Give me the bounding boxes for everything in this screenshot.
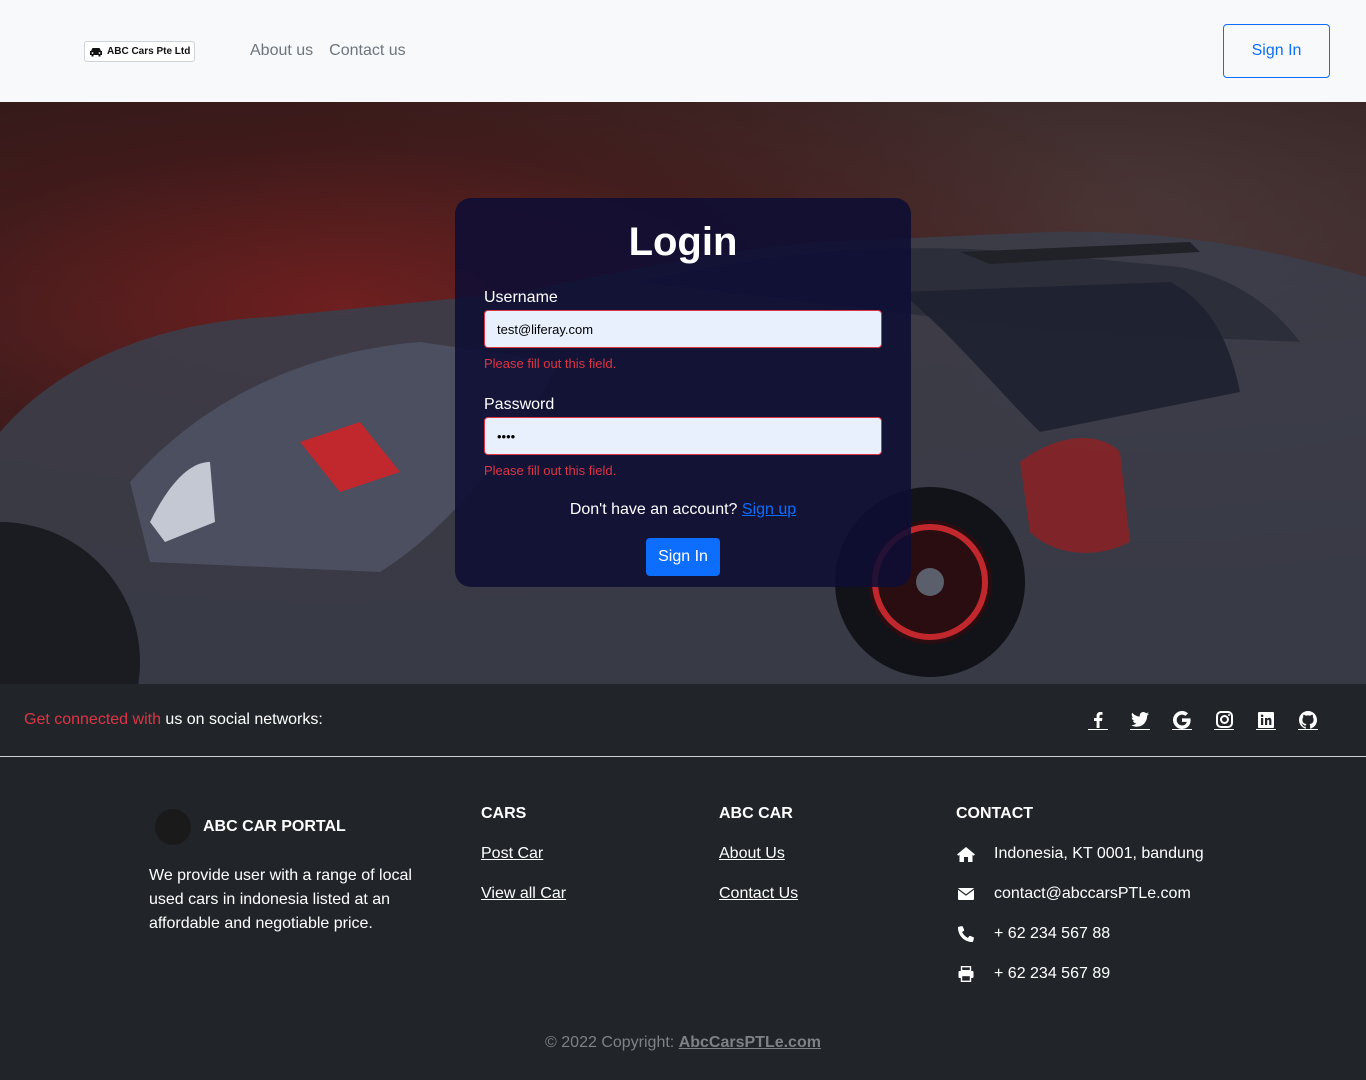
social-text: Get connected with us on social networks… <box>24 711 323 729</box>
envelope-icon <box>956 885 976 903</box>
about-us-link[interactable]: About Us <box>719 845 798 863</box>
phone-icon <box>956 925 976 943</box>
car-icon <box>90 47 102 56</box>
instagram-icon[interactable] <box>1214 710 1234 730</box>
portal-title: ABC CAR PORTAL <box>203 818 346 835</box>
facebook-icon[interactable] <box>1088 710 1108 730</box>
footer-about-column: ABC CAR PORTAL We provide user with a ra… <box>149 809 419 936</box>
contact-phone-text: + 62 234 567 88 <box>994 925 1111 942</box>
github-icon[interactable] <box>1298 710 1318 730</box>
signup-link[interactable]: Sign up <box>742 501 796 518</box>
print-icon <box>956 965 976 983</box>
contact-email: contact@abccarsPTLe.com <box>956 885 1204 903</box>
portal-logo <box>155 809 191 845</box>
contact-address-text: Indonesia, KT 0001, bandung <box>994 845 1204 862</box>
view-all-car-link[interactable]: View all Car <box>481 885 566 903</box>
contact-fax: + 62 234 567 89 <box>956 965 1204 983</box>
footer: ABC CAR PORTAL We provide user with a ra… <box>0 757 1366 1080</box>
nav-contact-us[interactable]: Contact us <box>329 42 405 60</box>
footer-abc-column: ABC CAR About Us Contact Us <box>719 805 798 903</box>
contact-phone: + 62 234 567 88 <box>956 925 1204 943</box>
social-icons <box>1088 710 1318 730</box>
contact-us-link[interactable]: Contact Us <box>719 885 798 903</box>
password-error: Please fill out this field. <box>484 463 617 478</box>
signup-prompt: Don't have an account? <box>569 501 738 518</box>
post-car-link[interactable]: Post Car <box>481 845 566 863</box>
cars-title: CARS <box>481 805 527 822</box>
footer-contact-column: CONTACT Indonesia, KT 0001, bandung cont… <box>956 805 1204 983</box>
twitter-icon[interactable] <box>1130 710 1150 730</box>
home-icon <box>956 845 976 863</box>
contact-email-text: contact@abccarsPTLe.com <box>994 885 1191 902</box>
copyright-prefix: © 2022 Copyright: <box>545 1034 679 1051</box>
password-label: Password <box>484 396 555 413</box>
username-input[interactable] <box>484 310 882 348</box>
navbar: ABC Cars Pte Ltd About us Contact us Sig… <box>0 0 1366 102</box>
linkedin-icon[interactable] <box>1256 710 1276 730</box>
brand-text: ABC Cars Pte Ltd <box>107 46 191 57</box>
password-input[interactable] <box>484 417 882 455</box>
abc-car-title: ABC CAR <box>719 805 793 822</box>
footer-cars-column: CARS Post Car View all Car <box>481 805 566 903</box>
social-bar: Get connected with us on social networks… <box>0 684 1366 757</box>
contact-fax-text: + 62 234 567 89 <box>994 965 1111 982</box>
username-label: Username <box>484 289 558 306</box>
username-error: Please fill out this field. <box>484 356 617 371</box>
copyright: © 2022 Copyright: AbcCarsPTLe.com <box>0 1034 1366 1052</box>
social-text-rest: us on social networks: <box>160 711 323 728</box>
signup-prompt-line: Don't have an account? Sign up <box>484 500 882 520</box>
contact-title: CONTACT <box>956 805 1034 822</box>
google-icon[interactable] <box>1172 710 1192 730</box>
hero-section: Login Username Please fill out this fiel… <box>0 102 1366 684</box>
contact-address: Indonesia, KT 0001, bandung <box>956 845 1204 863</box>
social-text-highlight: Get connected with <box>24 711 161 728</box>
portal-description: We provide user with a range of local us… <box>149 867 412 932</box>
header-sign-in-button[interactable]: Sign In <box>1223 24 1330 78</box>
brand-logo[interactable]: ABC Cars Pte Ltd <box>84 41 196 62</box>
login-title: Login <box>628 220 738 264</box>
portal-heading: ABC CAR PORTAL <box>155 809 419 845</box>
nav-about-us[interactable]: About us <box>250 42 313 60</box>
nav-links: About us Contact us <box>250 42 406 60</box>
copyright-link[interactable]: AbcCarsPTLe.com <box>679 1034 821 1051</box>
login-sign-in-button[interactable]: Sign In <box>646 538 720 576</box>
login-card: Login Username Please fill out this fiel… <box>455 198 911 587</box>
